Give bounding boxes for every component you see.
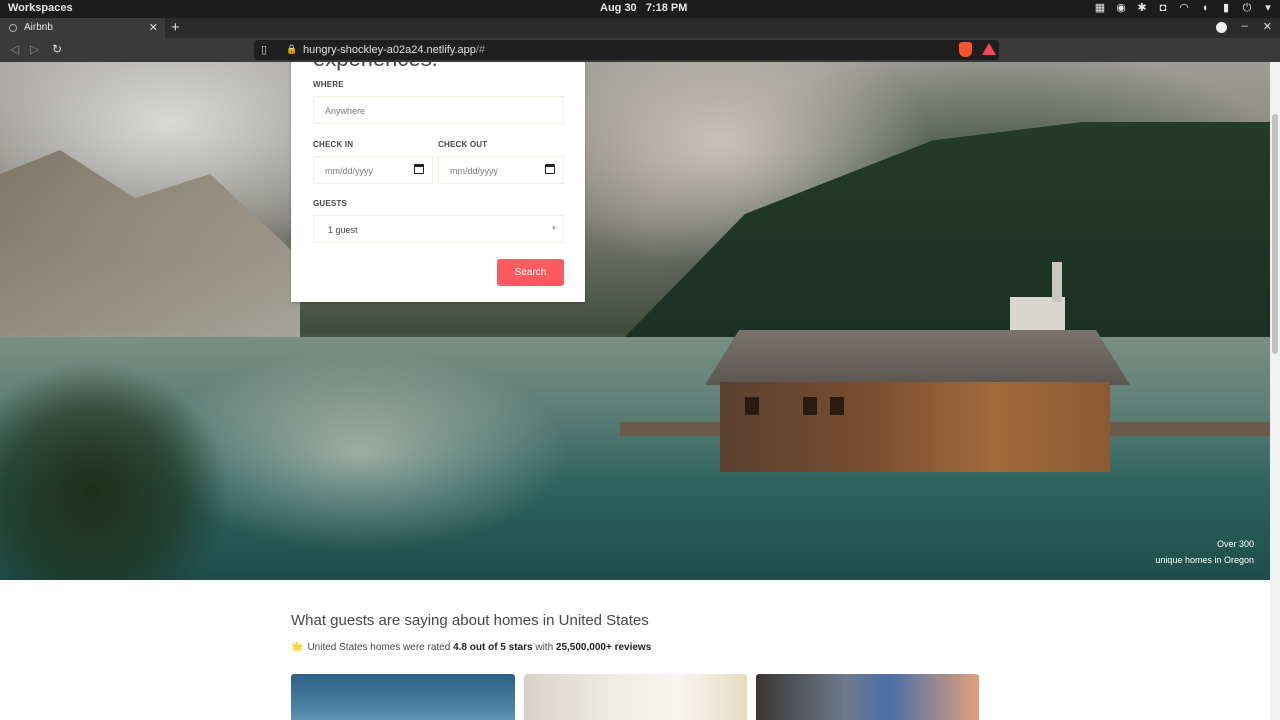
- close-window-button[interactable]: ✕: [1263, 20, 1272, 33]
- reviews-mid: with: [532, 642, 556, 653]
- brave-rewards-icon[interactable]: [982, 43, 996, 55]
- guests-value: 1 guest: [328, 225, 358, 235]
- where-label: WHERE: [313, 80, 344, 89]
- hero-caption-line1: Over 300: [1216, 539, 1254, 549]
- globe-icon: [9, 24, 17, 32]
- lock-icon[interactable]: 🔒: [286, 44, 297, 55]
- home-card-image[interactable]: [291, 674, 515, 720]
- guests-select[interactable]: 1 guest ▼: [313, 215, 564, 243]
- chrome-icon[interactable]: ◉: [1115, 1, 1127, 15]
- star-icon: 🌟: [291, 642, 304, 653]
- checkin-label: CHECK IN: [313, 140, 354, 149]
- power-icon[interactable]: ⏻: [1241, 1, 1253, 15]
- where-placeholder: Anywhere: [325, 106, 366, 116]
- url-host: hungry-shockley-a02a24.netlify.app: [303, 44, 476, 56]
- system-tray: ▦ ◉ ✱ ◘ ◠ ◖ ▮ ⏻ ▾: [1094, 1, 1274, 15]
- checkin-date-input[interactable]: mm/dd/yyyy: [313, 156, 433, 184]
- forward-arrow-icon[interactable]: ▷: [30, 42, 39, 56]
- chevron-down-icon[interactable]: ▾: [1262, 1, 1274, 15]
- hero-cabin-window: [830, 397, 844, 415]
- reviews-prefix: United States homes were rated: [307, 642, 454, 653]
- system-top-bar: Workspaces Aug 30 7:18 PM ▦ ◉ ✱ ◘ ◠ ◖ ▮ …: [0, 0, 1280, 18]
- workspaces-button[interactable]: Workspaces: [8, 2, 73, 14]
- bookmark-icon[interactable]: ▯: [261, 43, 267, 56]
- close-tab-icon[interactable]: ✕: [149, 21, 158, 34]
- hero-mountain: [0, 150, 300, 342]
- where-input[interactable]: Anywhere: [313, 96, 564, 124]
- checkout-label: CHECK OUT: [438, 140, 488, 149]
- brave-shield-icon[interactable]: [959, 42, 972, 57]
- discord-icon[interactable]: ◘: [1157, 1, 1169, 15]
- scrollbar-thumb[interactable]: [1272, 114, 1278, 354]
- reviews-count: 25,500,000+ reviews: [555, 642, 652, 653]
- clock[interactable]: Aug 30 7:18 PM: [600, 2, 687, 14]
- url-path: /#: [475, 44, 486, 56]
- reviews-summary: 🌟 United States homes were rated 4.8 out …: [291, 642, 651, 653]
- hero-image: Over 300 unique homes in Oregon: [0, 62, 1270, 580]
- tab-airbnb[interactable]: Airbnb ✕: [0, 18, 165, 38]
- slack-icon[interactable]: ✱: [1136, 1, 1148, 15]
- checkout-date-input[interactable]: mm/dd/yyyy: [438, 156, 564, 184]
- reviews-rating: 4.8 out of 5 stars: [453, 642, 533, 653]
- search-card: experiences. WHERE Anywhere CHECK IN mm/…: [291, 62, 585, 302]
- url-text: hungry-shockley-a02a24.netlify.app/#: [303, 44, 485, 56]
- hero-tree: [0, 362, 230, 580]
- hero-cabin-roof: [705, 330, 1130, 385]
- calendar-icon[interactable]: [414, 164, 424, 174]
- page-content: Over 300 unique homes in Oregon experien…: [0, 62, 1270, 720]
- checkin-placeholder: mm/dd/yyyy: [325, 166, 374, 176]
- hero-steeple: [1052, 262, 1062, 302]
- record-icon[interactable]: [1215, 22, 1227, 33]
- reload-icon[interactable]: ↻: [52, 42, 62, 56]
- hero-cabin-window: [803, 397, 817, 415]
- search-card-heading: experiences.: [313, 62, 438, 72]
- reviews-title: What guests are saying about homes in Un…: [291, 612, 649, 629]
- chevron-down-icon: ▼: [551, 226, 557, 232]
- page-scrollbar[interactable]: [1270, 62, 1280, 720]
- window-controls: – ✕: [1215, 20, 1272, 33]
- home-card-image[interactable]: [524, 674, 747, 720]
- search-button[interactable]: Search: [497, 259, 564, 286]
- hero-cabin-window: [745, 397, 759, 415]
- volume-icon[interactable]: ◖: [1199, 1, 1211, 15]
- browser-toolbar: ◁ ▷ ↻ ▯ 🔒 hungry-shockley-a02a24.netlify…: [0, 38, 1280, 95]
- calendar-icon[interactable]: [545, 164, 555, 174]
- time: 7:18 PM: [645, 2, 688, 14]
- checkout-placeholder: mm/dd/yyyy: [450, 166, 499, 176]
- minimize-button[interactable]: –: [1242, 20, 1248, 33]
- date: Aug 30: [600, 2, 637, 14]
- browser-tab-bar: Airbnb ✕ + – ✕: [0, 18, 1280, 38]
- tab-title: Airbnb: [24, 22, 53, 33]
- home-card-image[interactable]: [756, 674, 979, 720]
- hero-forest: [610, 122, 1270, 352]
- grid-icon[interactable]: ▦: [1094, 1, 1106, 15]
- hero-church: [1010, 297, 1065, 335]
- hero-cabin: [720, 382, 1110, 472]
- address-bar[interactable]: ▯ 🔒 hungry-shockley-a02a24.netlify.app/#: [254, 40, 999, 60]
- hero-caption: Over 300 unique homes in Oregon: [1155, 536, 1254, 568]
- new-tab-button[interactable]: +: [171, 19, 180, 36]
- hero-caption-line2: unique homes in Oregon: [1155, 555, 1254, 565]
- back-arrow-icon[interactable]: ◁: [10, 42, 19, 56]
- wifi-icon[interactable]: ◠: [1178, 1, 1190, 15]
- guests-label: GUESTS: [313, 199, 348, 208]
- battery-icon[interactable]: ▮: [1220, 1, 1232, 15]
